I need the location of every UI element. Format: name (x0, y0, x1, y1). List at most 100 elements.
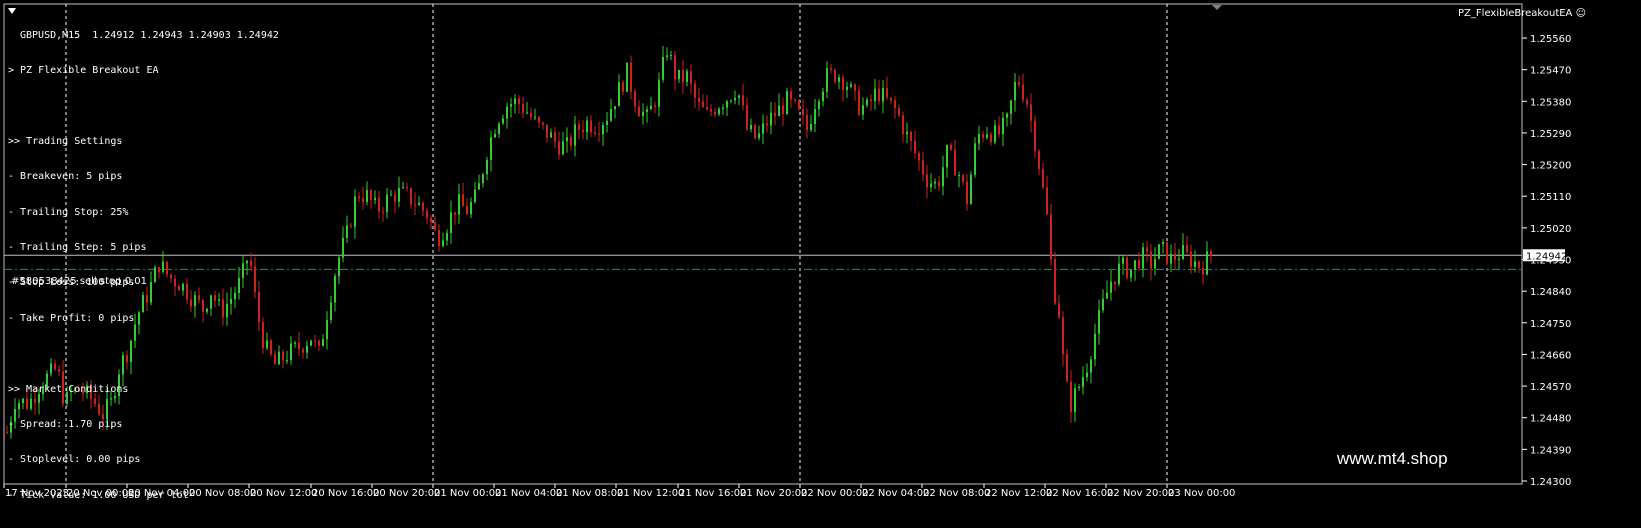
price-tick-label: 1.25380 (1530, 97, 1571, 108)
candle-body (866, 99, 868, 106)
candle-body (358, 196, 360, 199)
candle-body (366, 190, 368, 202)
candle-body (754, 124, 756, 139)
candle-body (746, 105, 748, 130)
candle-body (406, 187, 408, 189)
candle-body (750, 124, 752, 130)
candle-body (1094, 333, 1096, 360)
time-tick-label: 20 Nov 20:00 (373, 488, 440, 499)
candle-body (446, 233, 448, 241)
candle-body (1182, 245, 1184, 259)
candle-body (1026, 99, 1028, 105)
candle-body (330, 302, 332, 321)
candle-body (742, 95, 744, 106)
candle-body (970, 174, 972, 205)
candle-body (602, 124, 604, 135)
current-price-label: 1.24942 (1526, 251, 1567, 262)
candle-body (986, 134, 988, 138)
panel-line: - Spread: 1.70 pips (8, 418, 123, 430)
candle-body (802, 109, 804, 116)
candle-body (810, 123, 812, 131)
candle-body (1078, 386, 1080, 389)
panel-line: >> Market Conditions (8, 383, 129, 395)
candle-body (1014, 82, 1016, 101)
candle-body (650, 105, 652, 110)
candle-body (538, 117, 540, 123)
candle-body (786, 91, 788, 115)
candle-body (510, 104, 512, 107)
candle-body (334, 276, 336, 303)
ea-name-label[interactable]: PZ_FlexibleBreakoutEA ☺ (1458, 8, 1586, 19)
candle-body (818, 101, 820, 110)
candle-body (722, 107, 724, 109)
time-tick-label: 21 Nov 12:00 (617, 488, 684, 499)
candle-body (898, 108, 900, 116)
candle-body (1102, 298, 1104, 311)
candle-body (1054, 259, 1056, 304)
candle-body (542, 122, 544, 125)
candle-body (1170, 253, 1172, 264)
candle-body (674, 54, 676, 80)
candle-body (894, 100, 896, 109)
order-label[interactable]: #580538425 sell stop 0.01 (11, 276, 147, 287)
candle-body (942, 167, 944, 187)
candle-body (1186, 245, 1188, 252)
candle-body (558, 141, 560, 155)
price-tick-label: 1.24300 (1530, 477, 1571, 488)
time-tick-label: 22 Nov 12:00 (985, 488, 1052, 499)
candle-body (1086, 372, 1088, 378)
candle-body (1070, 381, 1072, 413)
candle-body (1030, 104, 1032, 121)
candle-body (910, 132, 912, 141)
candle-body (1018, 82, 1020, 85)
candle-body (766, 123, 768, 126)
candle-body (678, 69, 680, 80)
price-tick-label: 1.24570 (1530, 382, 1571, 393)
candle-body (1130, 269, 1132, 278)
candle-body (1190, 251, 1192, 267)
candle-body (850, 84, 852, 87)
candle-body (606, 120, 608, 125)
candle-body (822, 91, 824, 102)
candle-body (794, 99, 796, 101)
candle-body (1210, 251, 1212, 257)
candle-body (290, 343, 292, 361)
candle-body (990, 134, 992, 143)
candle-body (382, 211, 384, 213)
symbol-line: GBPUSD,M15 1.24912 1.24943 1.24903 1.249… (20, 29, 279, 41)
candle-body (1082, 377, 1084, 387)
candle-body (374, 197, 376, 201)
panel-line: - Tick Value: 1.00 USD per lot (8, 489, 189, 501)
chart-shift-marker-icon[interactable] (1212, 5, 1222, 10)
info-panel: GBPUSD,M15 1.24912 1.24943 1.24903 1.249… (8, 6, 279, 513)
candle-body (614, 106, 616, 110)
candle-body (422, 202, 424, 211)
candle-body (502, 118, 504, 124)
candle-body (426, 210, 428, 218)
candle-body (370, 190, 372, 201)
candle-body (682, 69, 684, 82)
price-tick-label: 1.24660 (1530, 350, 1571, 361)
candle-body (954, 149, 956, 176)
candle-body (1066, 354, 1068, 382)
panel-line (8, 348, 279, 360)
candle-body (814, 109, 816, 124)
candle-body (1134, 260, 1136, 270)
candle-body (554, 132, 556, 142)
candle-body (978, 134, 980, 144)
candle-body (670, 54, 672, 56)
candle-body (586, 120, 588, 133)
candle-body (1146, 247, 1148, 252)
candle-body (926, 174, 928, 188)
candle-body (1038, 151, 1040, 170)
candle-body (958, 175, 960, 177)
candle-body (690, 71, 692, 84)
candle-body (342, 237, 344, 258)
candle-body (658, 79, 660, 107)
candle-body (458, 194, 460, 215)
candle-body (1022, 84, 1024, 100)
candle-body (286, 360, 288, 362)
candle-body (294, 342, 296, 344)
candle-body (778, 105, 780, 117)
candle-body (430, 217, 432, 223)
